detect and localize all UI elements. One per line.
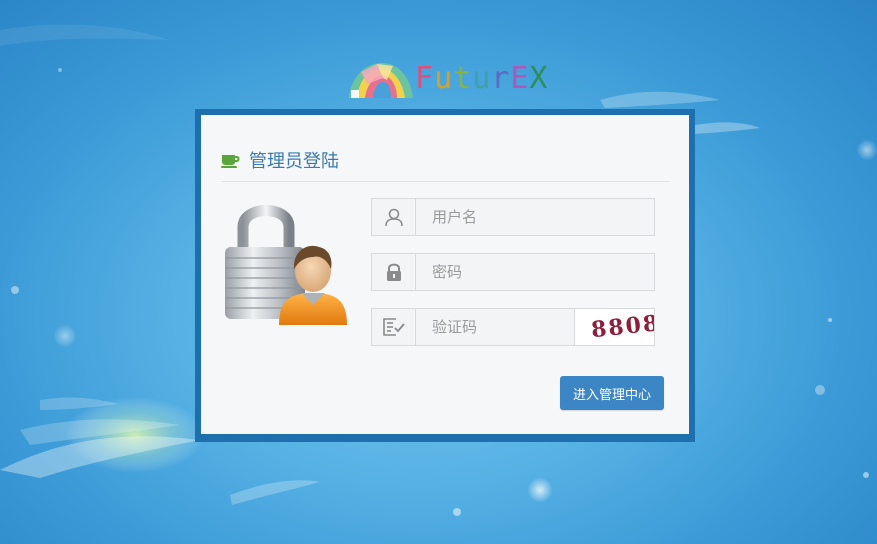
user-icon bbox=[372, 199, 416, 235]
logo-letter: F bbox=[415, 61, 435, 96]
login-panel: 管理员登陆 用户名 验证码 8808 进入管理中心 bbox=[201, 115, 689, 434]
logo-wordmark: FuturEX bbox=[415, 61, 548, 97]
login-button[interactable]: 进入管理中心 bbox=[560, 376, 664, 410]
username-input[interactable] bbox=[417, 199, 654, 235]
panel-title: 管理员登陆 bbox=[249, 151, 339, 172]
checklist-icon bbox=[372, 309, 416, 345]
logo-letter: t bbox=[453, 61, 473, 96]
captcha-image[interactable]: 8808 bbox=[574, 309, 654, 345]
username-field bbox=[371, 198, 655, 236]
logo-letter: u bbox=[472, 61, 492, 96]
captcha-field: 8808 bbox=[371, 308, 655, 346]
password-input[interactable] bbox=[417, 254, 654, 290]
logo-emblem-icon bbox=[349, 62, 413, 98]
lock-icon bbox=[372, 254, 416, 290]
captcha-text: 8808 bbox=[590, 310, 654, 343]
padlock-user-illustration bbox=[225, 205, 347, 325]
captcha-input[interactable] bbox=[417, 309, 575, 345]
password-field bbox=[371, 253, 655, 291]
logo-letter: X bbox=[529, 61, 549, 96]
logo-letter: E bbox=[510, 61, 530, 96]
panel-header: 管理员登陆 bbox=[221, 149, 669, 182]
logo-letter: r bbox=[491, 61, 511, 96]
coffee-cup-icon bbox=[221, 155, 240, 168]
logo-letter: u bbox=[434, 61, 454, 96]
brand-logo: FuturEX bbox=[347, 60, 547, 100]
